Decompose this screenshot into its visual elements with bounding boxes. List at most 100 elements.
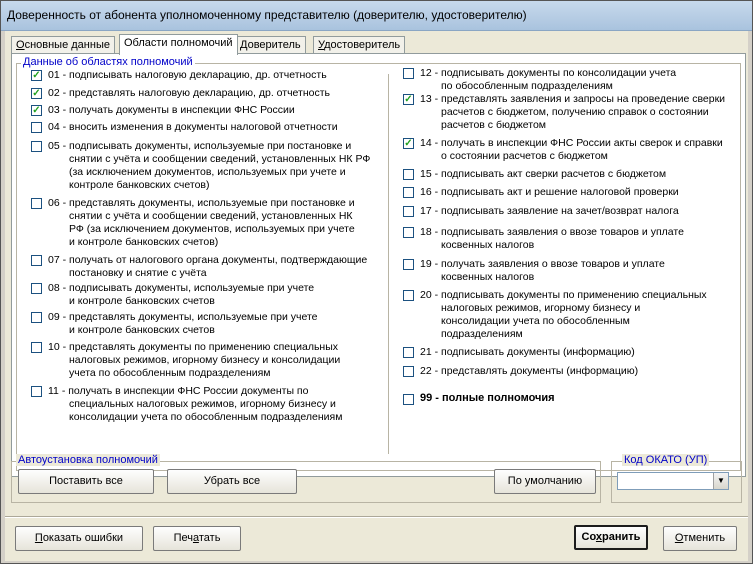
checkbox[interactable] <box>403 187 414 198</box>
right-item-label: 20 - подписывать документы по применению… <box>420 289 707 341</box>
checkbox-checked[interactable]: ✓ <box>31 70 42 81</box>
checkbox[interactable] <box>31 122 42 133</box>
right-item-label: 12 - подписывать документы по консолидац… <box>420 67 676 93</box>
defaults-button[interactable]: По умолчанию <box>494 469 596 494</box>
checkbox[interactable] <box>403 227 414 238</box>
left-item-label: 07 - получать от налогового органа докум… <box>48 254 367 280</box>
label-line: о состоянии расчетов с бюджетом <box>441 150 608 162</box>
checkbox[interactable] <box>31 312 42 323</box>
print-button[interactable]: Печатать <box>153 526 241 551</box>
checkbox[interactable] <box>31 141 42 152</box>
checkbox[interactable] <box>403 206 414 217</box>
label-line: РФ (за исключением документов, используе… <box>69 223 355 235</box>
label-line: 11 - получать в инспекции ФНС России док… <box>48 385 309 397</box>
label-line: 12 - подписывать документы по консолидац… <box>420 67 677 79</box>
label-line: налоговых режимов, игорному бизнесу и <box>441 302 641 314</box>
label-line: специальных налоговых режимов, игорному … <box>69 398 336 410</box>
right-item-label: 17 - подписывать заявление на зачет/возв… <box>420 205 679 218</box>
set-all-button[interactable]: Поставить все <box>18 469 154 494</box>
label-line: 02 - представлять налоговую декларацию, … <box>48 87 331 99</box>
label-line: и контроле банковских счетов <box>69 295 215 307</box>
checkbox[interactable] <box>403 259 414 270</box>
label-line: (за исключением документов, используемых… <box>69 166 346 178</box>
column-divider <box>388 74 389 454</box>
auto-setup-group: Автоустановка полномочий Поставить все У… <box>11 454 601 503</box>
okato-group-title: Код ОКАТО (УП) <box>622 454 710 466</box>
label-line: 20 - подписывать документы по применению… <box>420 289 707 301</box>
auto-setup-group-title: Автоустановка полномочий <box>16 454 160 466</box>
label-line: консолидации учета по обособленным <box>441 315 630 327</box>
tab-main-data[interactable]: Основные данные <box>11 36 115 54</box>
tab-panel-authority-areas: Данные об областях полномочий ✓ 01 - подп… <box>11 53 746 477</box>
show-errors-button[interactable]: Показать ошибки <box>15 526 143 551</box>
tab-certifier[interactable]: Удостоверитель <box>313 36 406 54</box>
label-line: 21 - подписывать документы (информацию) <box>420 346 635 358</box>
label-line: снятии с учёта и сообщении сведений, уст… <box>69 153 371 165</box>
label-line: 22 - представлять документы (информацию) <box>420 365 639 377</box>
title-bar[interactable]: Доверенность от абонента уполномоченному… <box>1 1 752 31</box>
label-line: 15 - подписывать акт сверки расчетов с б… <box>420 168 667 180</box>
label-line: 06 - представлять документы, используемы… <box>48 197 355 209</box>
label-line: 08 - подписывать документы, используемые… <box>48 282 315 294</box>
left-item-label: 10 - представлять документы по применени… <box>48 341 340 380</box>
left-item-label: 06 - представлять документы, используемы… <box>48 197 355 249</box>
okato-group: Код ОКАТО (УП) ▼ <box>611 454 742 503</box>
left-item-label: 11 - получать в инспекции ФНС России док… <box>48 385 342 424</box>
label-line: 17 - подписывать заявление на зачет/возв… <box>420 205 679 217</box>
checkbox[interactable] <box>31 283 42 294</box>
left-item-label: 03 - получать документы в инспекции ФНС … <box>48 104 295 117</box>
left-item-label: 04 - вносить изменения в документы налог… <box>48 121 338 134</box>
label-line: 18 - подписывать заявления о ввозе товар… <box>420 226 684 238</box>
save-button[interactable]: Сохранить <box>574 525 648 550</box>
label-line: 10 - представлять документы по применени… <box>48 341 339 353</box>
tab-principal[interactable]: Доверитель <box>235 36 306 54</box>
dialog-window: Доверенность от абонента уполномоченному… <box>0 0 753 564</box>
left-item-label: 05 - подписывать документы, используемые… <box>48 140 370 192</box>
label-line: по обособленным подразделениям <box>441 80 613 92</box>
dialog-client: Основные данные Области полномочий Довер… <box>5 31 748 561</box>
footer-separator <box>5 516 748 518</box>
checkbox[interactable] <box>31 255 42 266</box>
label-line: расчетов с бюджетом, получению справок о… <box>441 106 709 118</box>
checkbox[interactable] <box>403 169 414 180</box>
checkbox[interactable] <box>403 394 414 405</box>
label-line: налоговых режимов, игорному бизнесу и ко… <box>69 354 341 366</box>
label-line: контроле банковских счетов) <box>69 179 210 191</box>
checkbox-checked[interactable]: ✓ <box>403 138 414 149</box>
checkbox[interactable] <box>31 198 42 209</box>
checkbox[interactable] <box>403 68 414 79</box>
checkbox[interactable] <box>31 386 42 397</box>
checkbox[interactable] <box>403 366 414 377</box>
right-item-label: 14 - получать в инспекции ФНС России акт… <box>420 137 723 163</box>
checkbox[interactable] <box>403 290 414 301</box>
checkbox-checked[interactable]: ✓ <box>31 88 42 99</box>
left-item-label: 01 - подписывать налоговую декларацию, д… <box>48 69 327 82</box>
label-line: 05 - подписывать документы, используемые… <box>48 140 352 152</box>
window-title: Доверенность от абонента уполномоченному… <box>7 8 527 22</box>
label-line: косвенных налогов <box>441 239 535 251</box>
label-line: 13 - представлять заявления и запросы на… <box>420 93 726 105</box>
left-item-label: 08 - подписывать документы, используемые… <box>48 282 314 308</box>
label-line: 03 - получать документы в инспекции ФНС … <box>48 104 295 116</box>
checkbox-checked[interactable]: ✓ <box>31 105 42 116</box>
okato-select[interactable]: ▼ <box>617 472 729 490</box>
label-line: 07 - получать от налогового органа докум… <box>48 254 368 266</box>
authority-areas-group: Данные об областях полномочий ✓ 01 - подп… <box>16 56 741 471</box>
label-line: подразделениям <box>441 328 523 340</box>
left-item-label: 09 - представлять документы, используемы… <box>48 311 318 337</box>
checkbox[interactable] <box>403 347 414 358</box>
tab-authority-areas[interactable]: Области полномочий <box>119 34 238 55</box>
label-line: 19 - получать заявления о ввозе товаров … <box>420 258 665 270</box>
right-item-label: 21 - подписывать документы (информацию) <box>420 346 635 359</box>
clear-all-button[interactable]: Убрать все <box>167 469 297 494</box>
chevron-down-icon[interactable]: ▼ <box>713 473 728 489</box>
label-line: и контроле банковских счетов <box>69 324 215 336</box>
cancel-button[interactable]: Отменить <box>663 526 737 551</box>
checkbox[interactable] <box>31 342 42 353</box>
right-item-label: 18 - подписывать заявления о ввозе товар… <box>420 226 684 252</box>
right-item-label: 19 - получать заявления о ввозе товаров … <box>420 258 665 284</box>
label-line: 99 - полные полномочия <box>420 392 555 404</box>
label-line: учета по обособленным подразделениям <box>69 367 271 379</box>
checkbox-checked[interactable]: ✓ <box>403 94 414 105</box>
left-item-label: 02 - представлять налоговую декларацию, … <box>48 87 330 100</box>
